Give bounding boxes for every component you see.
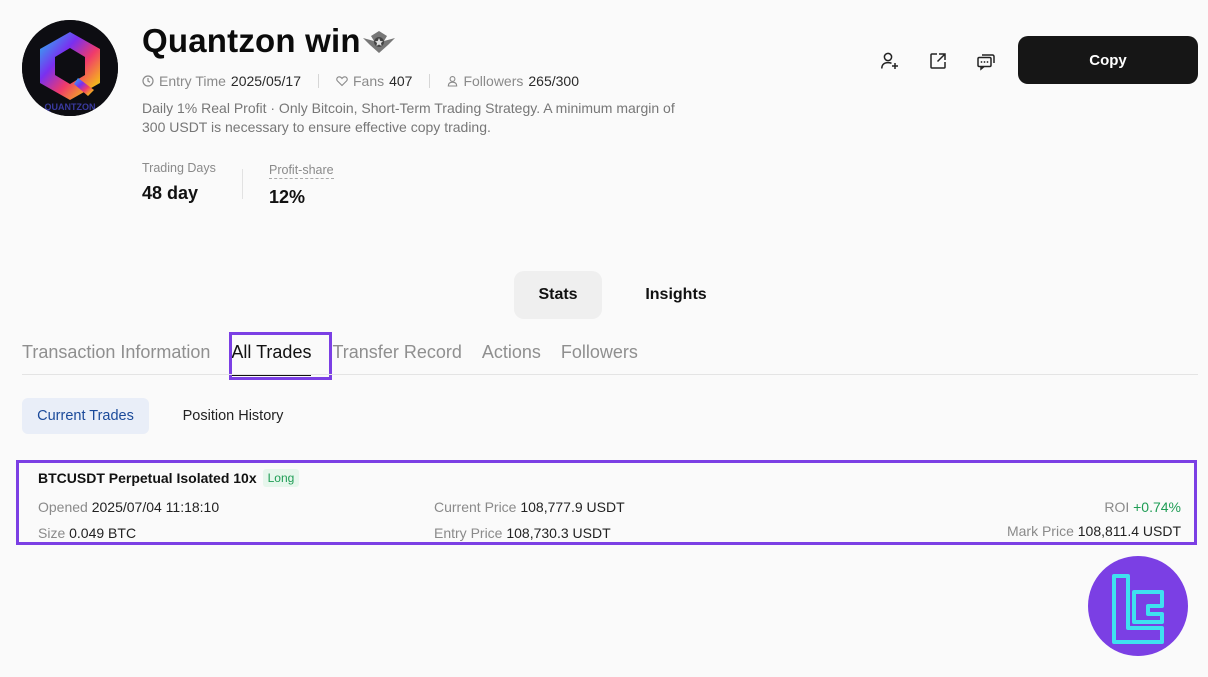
current-price-label: Current Price <box>434 499 517 515</box>
current-price-field: Current Price 108,777.9 USDT <box>434 499 625 515</box>
tab-stats[interactable]: Stats <box>514 271 602 319</box>
followers-value: 265/300 <box>528 73 579 89</box>
message-icon <box>977 54 995 71</box>
trade-title: BTCUSDT Perpetual Isolated 10x Long <box>38 469 300 487</box>
tab-all-trades[interactable]: All Trades <box>231 338 312 376</box>
copy-button[interactable]: Copy <box>1018 36 1198 84</box>
fans: Fans 407 <box>336 73 412 89</box>
followers: Followers 265/300 <box>447 73 579 89</box>
entry-time: Entry Time 2025/05/17 <box>142 73 301 89</box>
tc-logo-icon <box>1112 574 1164 644</box>
message-button[interactable] <box>973 48 999 74</box>
meta-divider <box>317 74 319 88</box>
roi-field: ROI +0.74% <box>1104 499 1181 515</box>
profit-share-label[interactable]: Profit-share <box>269 163 334 179</box>
trading-days-label: Trading Days <box>142 161 216 175</box>
watermark-logo <box>1088 556 1188 656</box>
avatar-logo-icon: QUANTZON <box>22 20 118 116</box>
bio-line: 300 USDT is necessary to ensure effectiv… <box>142 119 491 135</box>
opened-value: 2025/07/04 11:18:10 <box>91 499 220 515</box>
trader-rank-badge-icon <box>363 31 395 53</box>
entry-time-value: 2025/05/17 <box>230 73 301 89</box>
trade-card[interactable]: BTCUSDT Perpetual Isolated 10x Long Open… <box>16 460 1197 545</box>
subtab-current-trades[interactable]: Current Trades <box>22 398 149 434</box>
tab-transfer-record[interactable]: Transfer Record <box>332 338 461 374</box>
share-button[interactable] <box>925 48 951 74</box>
size-value: 0.049 BTC <box>69 525 137 541</box>
side-badge: Long <box>262 469 300 487</box>
user-icon <box>448 76 458 87</box>
profit-share-value: 12% <box>269 187 306 207</box>
trader-meta-row: Entry Time 2025/05/17 Fans 407 Followers… <box>142 73 579 89</box>
meta-divider <box>429 74 431 88</box>
entry-price-label: Entry Price <box>434 525 503 541</box>
trading-days-stat: Trading Days 48 day <box>142 161 216 204</box>
mark-price-value: 108,811.4 USDT <box>1077 523 1181 539</box>
entry-price-value: 108,730.3 USDT <box>506 525 611 541</box>
size-field: Size 0.049 BTC <box>38 525 136 541</box>
mark-price-label: Mark Price <box>1006 523 1074 539</box>
roi-label: ROI <box>1104 499 1130 515</box>
opened-label: Opened <box>38 499 88 515</box>
clock-icon <box>142 75 154 87</box>
tab-followers[interactable]: Followers <box>561 338 638 374</box>
share-icon <box>930 53 946 69</box>
followers-label: Followers <box>463 73 524 89</box>
trader-bio: Daily 1% Real Profit · Only Bitcoin, Sho… <box>142 99 712 137</box>
trading-days-value: 48 day <box>142 183 199 203</box>
tab-insights[interactable]: Insights <box>626 271 726 319</box>
stat-divider <box>242 169 243 199</box>
follow-button[interactable] <box>877 48 903 74</box>
entry-time-label: Entry Time <box>159 73 226 89</box>
fans-value: 407 <box>389 73 413 89</box>
size-label: Size <box>38 525 66 541</box>
profit-share-stat: Profit-share 12% <box>269 161 334 208</box>
tabs-divider <box>22 374 1198 375</box>
svg-text:QUANTZON: QUANTZON <box>45 102 96 112</box>
entry-price-field: Entry Price 108,730.3 USDT <box>434 525 611 541</box>
bio-line: Daily 1% Real Profit · Only Bitcoin, Sho… <box>142 100 675 116</box>
add-user-icon <box>881 52 898 69</box>
tab-actions[interactable]: Actions <box>482 338 541 374</box>
trader-avatar[interactable]: QUANTZON <box>22 20 118 116</box>
heart-icon <box>336 76 348 87</box>
opened-field: Opened 2025/07/04 11:18:10 <box>38 499 219 515</box>
roi-value: +0.74% <box>1133 499 1181 515</box>
trader-name: Quantzon win <box>142 22 361 59</box>
trade-symbol: BTCUSDT Perpetual Isolated 10x <box>38 470 257 486</box>
fans-label: Fans <box>352 73 385 89</box>
current-price-value: 108,777.9 USDT <box>520 499 625 515</box>
mark-price-field: Mark Price 108,811.4 USDT <box>1007 523 1181 539</box>
subtab-position-history[interactable]: Position History <box>168 398 298 434</box>
tab-transaction-information[interactable]: Transaction Information <box>22 338 210 374</box>
trader-profile-page: QUANTZON Quantzon win Entry Time 2025/05… <box>0 0 1208 677</box>
detail-tabs: Transaction Information All Trades Trans… <box>22 338 638 376</box>
